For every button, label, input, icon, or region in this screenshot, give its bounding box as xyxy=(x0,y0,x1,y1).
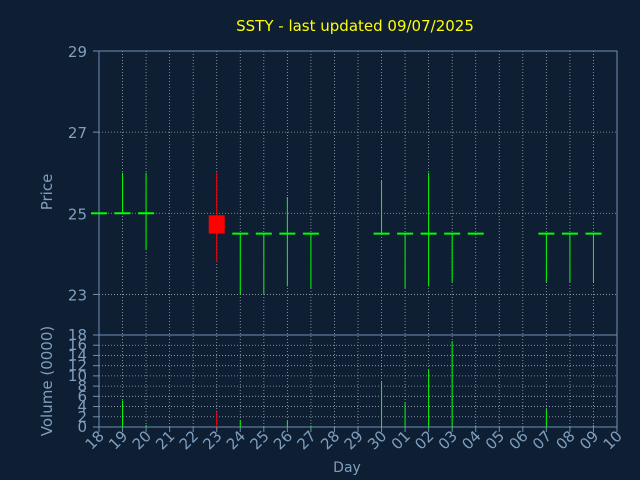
x-tick-label: 25 xyxy=(246,427,272,453)
price-tick-label: 29 xyxy=(68,43,87,61)
x-tick-label: 19 xyxy=(105,427,131,453)
x-tick-label: 04 xyxy=(458,427,484,453)
x-tick-label: 21 xyxy=(152,427,178,453)
x-tick-label: 08 xyxy=(553,427,579,453)
price-axis-label: Price xyxy=(38,174,56,211)
x-tick-label: 29 xyxy=(341,427,367,453)
x-axis-label: Day xyxy=(333,460,361,476)
x-tick-label: 28 xyxy=(317,427,343,453)
x-tick-label: 01 xyxy=(388,427,414,453)
x-tick-label: 03 xyxy=(435,427,461,453)
x-tick-label: 05 xyxy=(482,427,508,453)
x-tick-label: 26 xyxy=(270,427,296,453)
x-tick-label: 27 xyxy=(294,427,320,453)
chart-canvas: SSTY - last updated 09/07/2025 Price Vol… xyxy=(38,17,626,476)
x-tick-label: 20 xyxy=(129,427,155,453)
x-tick-label: 24 xyxy=(223,427,249,453)
x-tick-label: 02 xyxy=(411,427,437,453)
x-tick-label: 06 xyxy=(505,427,531,453)
price-tick-label: 23 xyxy=(68,286,87,304)
x-tick-label: 09 xyxy=(576,427,602,453)
price-tick-label: 27 xyxy=(68,124,87,142)
stock-chart: SSTY - last updated 09/07/2025 Price Vol… xyxy=(0,0,640,480)
x-tick-label: 10 xyxy=(600,427,626,453)
x-tick-label: 22 xyxy=(176,427,202,453)
volume-axis-label: Volume (0000) xyxy=(38,326,56,436)
chart-title: SSTY - last updated 09/07/2025 xyxy=(236,17,474,35)
volume-tick-label: 18 xyxy=(68,326,87,344)
x-tick-label: 23 xyxy=(199,427,225,453)
price-tick-label: 25 xyxy=(68,205,87,223)
x-tick-label: 07 xyxy=(529,427,555,453)
x-tick-label: 30 xyxy=(364,427,390,453)
candle-body xyxy=(208,215,225,234)
